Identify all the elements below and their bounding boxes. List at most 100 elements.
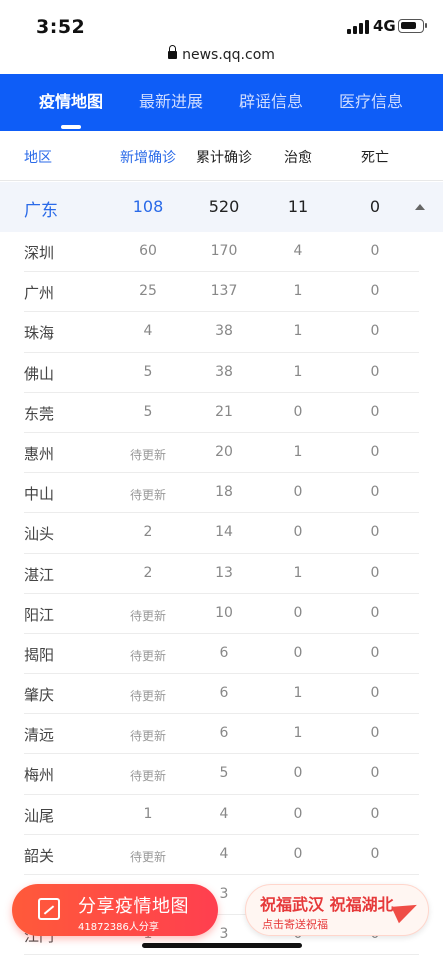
city-name: 湛江	[24, 565, 55, 584]
city-total: 20	[215, 443, 233, 460]
province-deaths: 0	[369, 197, 381, 216]
table-row[interactable]: 深圳 60 170 4 0	[0, 232, 443, 273]
city-table: 深圳 60 170 4 0 广州 25 137 1 0 珠海 4 38 1 0 佛山 5 38 1 0 东莞 5 21 0 0 惠…	[0, 232, 443, 956]
city-new: 待更新	[129, 769, 166, 784]
city-new: 待更新	[129, 488, 166, 503]
city-total: 13	[215, 564, 233, 581]
city-new: 5	[143, 363, 153, 380]
header-deaths[interactable]: 死亡	[336, 147, 414, 167]
city-total: 21	[215, 403, 233, 420]
city-new: 60	[139, 243, 157, 259]
city-deaths: 0	[370, 765, 380, 782]
city-new: 2	[143, 564, 153, 581]
table-row[interactable]: 汕尾 1 4 0 0	[0, 795, 443, 836]
city-cured: 0	[293, 644, 303, 661]
city-cured: 1	[293, 363, 303, 380]
city-cured: 0	[293, 403, 303, 420]
city-cured: 0	[293, 484, 303, 501]
city-new: 待更新	[129, 608, 166, 623]
city-cured: 4	[293, 243, 303, 259]
tab-epidemic-map[interactable]: 疫情地图	[21, 74, 121, 131]
city-new: 待更新	[129, 447, 166, 462]
city-name: 韶关	[24, 846, 55, 865]
city-deaths: 0	[370, 564, 380, 581]
city-name: 清远	[24, 726, 55, 745]
city-name: 阳江	[24, 605, 55, 624]
city-cured: 0	[293, 845, 303, 862]
share-title: 分享疫情地图	[78, 896, 189, 917]
battery-icon	[398, 19, 427, 33]
bless-subtitle: 点击寄送祝福	[262, 918, 328, 931]
city-total: 5	[219, 765, 229, 782]
table-row[interactable]: 汕头 2 14 0 0	[0, 513, 443, 554]
city-name: 肇庆	[24, 686, 55, 705]
city-new: 25	[139, 283, 157, 300]
header-new-confirmed[interactable]: 新增确诊	[108, 147, 188, 167]
table-row[interactable]: 佛山 5 38 1 0	[0, 353, 443, 393]
city-name: 广州	[24, 284, 55, 303]
header-region[interactable]: 地区	[24, 147, 84, 167]
table-row[interactable]: 中山 待更新 18 0 0	[0, 473, 443, 514]
table-row[interactable]: 梅州 待更新 5 0 0	[0, 754, 443, 795]
address-bar[interactable]: news.qq.com	[0, 44, 443, 74]
table-row[interactable]: 珠海 4 38 1 0	[0, 312, 443, 353]
city-total: 4	[219, 845, 229, 862]
table-row[interactable]: 肇庆 待更新 6 1 0	[0, 674, 443, 715]
city-cured: 1	[293, 725, 303, 742]
home-indicator	[142, 943, 302, 948]
city-deaths: 0	[370, 323, 380, 340]
city-cured: 0	[293, 805, 303, 822]
table-row[interactable]: 湛江 2 13 1 0	[0, 554, 443, 594]
tab-medical-info[interactable]: 医疗信息	[321, 74, 421, 131]
city-deaths: 0	[370, 484, 380, 501]
city-deaths: 0	[370, 805, 380, 822]
city-new: 待更新	[129, 849, 166, 864]
table-row[interactable]: 清远 待更新 6 1 0	[0, 714, 443, 755]
table-row[interactable]: 韶关 待更新 4 0 0	[0, 835, 443, 876]
city-name: 汕尾	[24, 806, 55, 825]
table-row[interactable]: 惠州 待更新 20 1 0	[0, 433, 443, 474]
header-cured[interactable]: 治愈	[260, 147, 336, 167]
city-cured: 1	[293, 685, 303, 702]
city-name: 梅州	[24, 766, 55, 785]
bless-wuhan-button[interactable]: 祝福武汉 祝福湖北 点击寄送祝福	[245, 884, 429, 936]
city-deaths: 0	[370, 604, 380, 621]
province-new: 108	[132, 197, 164, 216]
city-total: 38	[215, 323, 233, 340]
city-new: 2	[143, 524, 153, 541]
city-deaths: 0	[370, 685, 380, 702]
table-row[interactable]: 东莞 5 21 0 0	[0, 393, 443, 434]
city-total: 6	[219, 644, 229, 661]
tab-rumor-info[interactable]: 辟谣信息	[221, 74, 321, 131]
table-header: 地区 新增确诊 累计确诊 治愈 死亡	[0, 131, 443, 181]
table-row[interactable]: 广州 25 137 1 0	[0, 272, 443, 313]
signal-icon	[347, 20, 369, 34]
city-cured: 1	[293, 443, 303, 460]
city-deaths: 0	[370, 363, 380, 380]
status-time: 3:52	[36, 16, 86, 38]
table-row[interactable]: 揭阳 待更新 6 0 0	[0, 634, 443, 675]
province-row[interactable]: 广东 108 520 11 0	[0, 182, 443, 232]
city-total: 10	[215, 604, 233, 621]
share-map-button[interactable]: 分享疫情地图 41872386人分享	[12, 884, 218, 936]
top-nav: 疫情地图 最新进展 辟谣信息 医疗信息	[0, 74, 443, 131]
city-cured: 0	[293, 765, 303, 782]
tab-latest-progress[interactable]: 最新进展	[121, 74, 221, 131]
share-count: 41872386人分享	[78, 922, 159, 933]
city-total: 6	[219, 685, 229, 702]
city-deaths: 0	[370, 845, 380, 862]
table-row[interactable]: 阳江 待更新 10 0 0	[0, 594, 443, 635]
city-name: 汕头	[24, 525, 55, 544]
city-total: 4	[219, 805, 229, 822]
city-new: 待更新	[129, 648, 166, 663]
city-deaths: 0	[370, 403, 380, 420]
city-new: 待更新	[129, 729, 166, 744]
city-cured: 1	[293, 564, 303, 581]
city-new: 4	[143, 323, 153, 340]
bless-title: 祝福武汉 祝福湖北	[260, 895, 394, 914]
city-name: 佛山	[24, 364, 55, 383]
paper-plane-icon	[391, 896, 421, 924]
header-total-confirmed[interactable]: 累计确诊	[188, 147, 260, 167]
collapse-arrow-icon[interactable]	[415, 204, 425, 210]
city-deaths: 0	[370, 443, 380, 460]
